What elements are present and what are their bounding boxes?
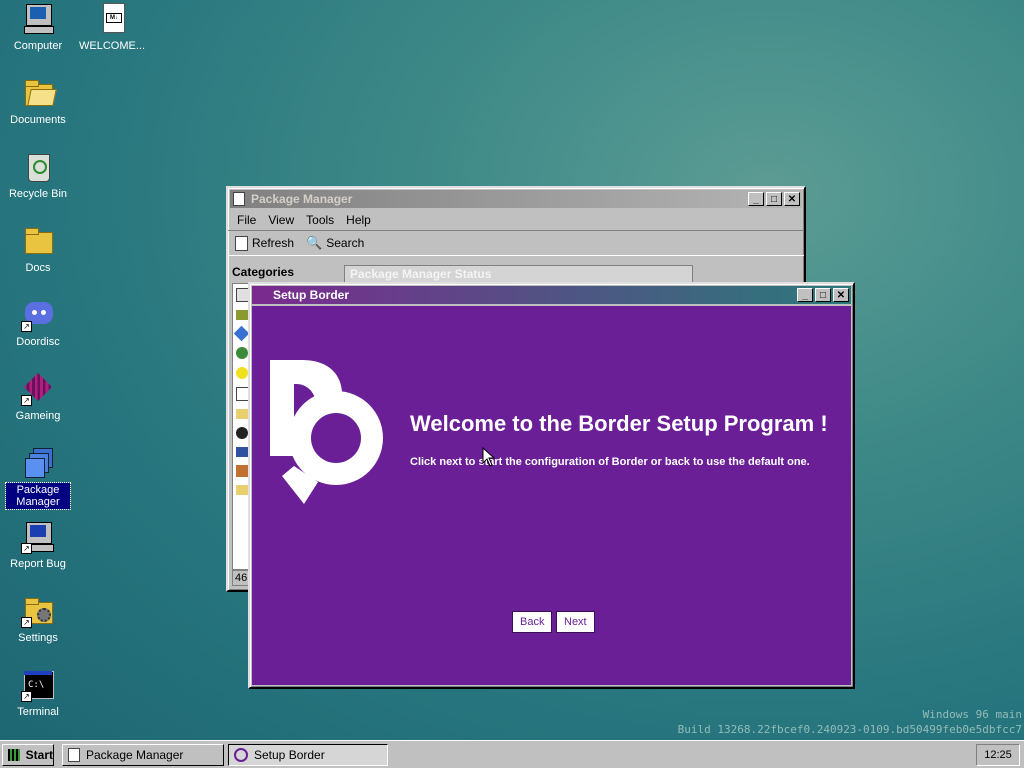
minimize-button[interactable]: _ <box>748 192 764 206</box>
desktop-icon-label: Doordisc <box>16 336 60 348</box>
setup-titlebar[interactable]: Setup Border _ □ ✕ <box>252 286 851 304</box>
refresh-label: Refresh <box>252 236 295 250</box>
menu-help[interactable]: Help <box>341 212 376 228</box>
desktop-icon-label: Terminal <box>17 706 59 718</box>
start-label: Start <box>25 748 53 762</box>
category-icon <box>236 447 248 457</box>
menu-tools[interactable]: Tools <box>301 212 339 228</box>
chat-app-icon: ↗ <box>21 298 55 332</box>
computer-bug-icon: ↗ <box>21 520 55 554</box>
category-icon <box>236 427 248 439</box>
shortcut-arrow-icon: ↗ <box>21 691 32 702</box>
back-button[interactable]: Back <box>512 611 553 633</box>
category-icon <box>236 347 248 359</box>
task-package-manager[interactable]: Package Manager <box>62 744 224 766</box>
task-setup-border[interactable]: Setup Border <box>228 744 388 766</box>
desktop-icon-doordisc[interactable]: ↗ Doordisc <box>3 298 73 349</box>
desktop-icon-label: Report Bug <box>10 558 66 570</box>
shortcut-arrow-icon: ↗ <box>21 543 32 554</box>
settings-folder-icon: ↗ <box>21 594 55 628</box>
clock[interactable]: 12:25 <box>976 744 1020 766</box>
desktop-icon-documents[interactable]: Documents <box>3 76 73 127</box>
folder-icon <box>21 224 55 258</box>
desktop-icon-label: Package Manager <box>5 482 71 510</box>
desktop-icon-settings[interactable]: ↗ Settings <box>3 594 73 645</box>
mouse-cursor-icon <box>482 447 496 467</box>
taskbar: Start Package Manager Setup Border 12:25 <box>0 740 1024 768</box>
package-icon <box>21 446 55 480</box>
desktop-icon-label: Settings <box>18 632 58 644</box>
desktop-icon-label: Gameing <box>15 410 61 422</box>
desktop-icon-report-bug[interactable]: ↗ Report Bug <box>3 520 73 571</box>
recycle-bin-icon <box>21 150 55 184</box>
category-icon <box>236 367 248 379</box>
folder-open-icon <box>21 76 57 110</box>
app-icon <box>233 192 245 206</box>
border-logo <box>270 360 383 504</box>
build-watermark-line1: Windows 96 main <box>922 708 1022 721</box>
border-app-icon <box>234 748 248 762</box>
shortcut-arrow-icon: ↗ <box>21 321 32 332</box>
start-logo-icon <box>8 749 20 761</box>
build-watermark-line2: Build 13268.22fbcef0.240923-0109.bd50499… <box>677 723 1022 736</box>
task-label: Package Manager <box>86 748 184 762</box>
welcome-subtext: Click next to start the configuration of… <box>410 456 810 468</box>
refresh-button[interactable]: Refresh <box>232 234 297 252</box>
desktop-icon-docs[interactable]: Docs <box>3 224 73 275</box>
desktop-icon-label: Computer <box>13 40 63 52</box>
maximize-button[interactable]: □ <box>766 192 782 206</box>
desktop-icon-label: Docs <box>25 262 51 274</box>
categories-heading: Categories <box>232 265 295 279</box>
desktop-icon-label: WELCOME... <box>79 40 146 52</box>
shortcut-arrow-icon: ↗ <box>21 617 32 628</box>
menu-bar: File View Tools Help <box>228 210 804 230</box>
close-button[interactable]: ✕ <box>784 192 800 206</box>
task-label: Setup Border <box>254 748 325 762</box>
desktop-icon-package-manager[interactable]: Package Manager <box>3 446 73 510</box>
close-button[interactable]: ✕ <box>833 288 849 302</box>
desktop-icon-gameing[interactable]: ↗ Gameing <box>3 372 73 423</box>
game-cube-icon: ↗ <box>21 372 55 406</box>
task-app-icon <box>68 748 80 762</box>
refresh-icon <box>235 235 248 251</box>
search-icon: 🔍 <box>306 235 323 250</box>
menu-file[interactable]: File <box>232 212 261 228</box>
terminal-icon: C:\ ↗ <box>21 668 55 702</box>
desktop-icon-recycle-bin[interactable]: Recycle Bin <box>3 150 73 201</box>
category-icon <box>236 465 248 477</box>
status-panel-title: Package Manager Status <box>350 267 492 281</box>
welcome-heading: Welcome to the Border Setup Program ! <box>410 411 828 436</box>
start-button[interactable]: Start <box>2 744 54 766</box>
search-button[interactable]: 🔍 Search <box>303 234 367 252</box>
desktop-icon-computer[interactable]: Computer <box>3 2 73 53</box>
search-label: Search <box>326 236 365 250</box>
next-button[interactable]: Next <box>556 611 595 633</box>
category-icon <box>236 310 248 320</box>
toolbar: Refresh 🔍 Search <box>228 230 804 256</box>
shortcut-arrow-icon: ↗ <box>21 395 32 406</box>
menu-view[interactable]: View <box>263 212 299 228</box>
computer-icon <box>21 2 55 36</box>
category-icon <box>236 409 248 419</box>
desktop-icon-label: Recycle Bin <box>8 188 68 200</box>
package-manager-titlebar[interactable]: Package Manager _ □ ✕ <box>230 190 802 208</box>
desktop-icon-label: Documents <box>10 114 66 126</box>
window-title: Package Manager <box>251 192 353 206</box>
setup-content: Welcome to the Border Setup Program ! Cl… <box>252 306 851 685</box>
category-icon <box>233 325 250 342</box>
desktop-icon-welcome[interactable]: M↓ WELCOME... <box>77 2 147 53</box>
minimize-button[interactable]: _ <box>797 288 813 302</box>
markdown-file-icon: M↓ <box>95 2 129 36</box>
setup-border-window[interactable]: Setup Border _ □ ✕ Welcome to the Border… <box>248 282 855 689</box>
window-title: Setup Border <box>273 288 350 302</box>
category-icon <box>236 485 248 495</box>
maximize-button[interactable]: □ <box>815 288 831 302</box>
desktop-icon-terminal[interactable]: C:\ ↗ Terminal <box>3 668 73 719</box>
status-panel: Package Manager Status <box>344 265 693 283</box>
